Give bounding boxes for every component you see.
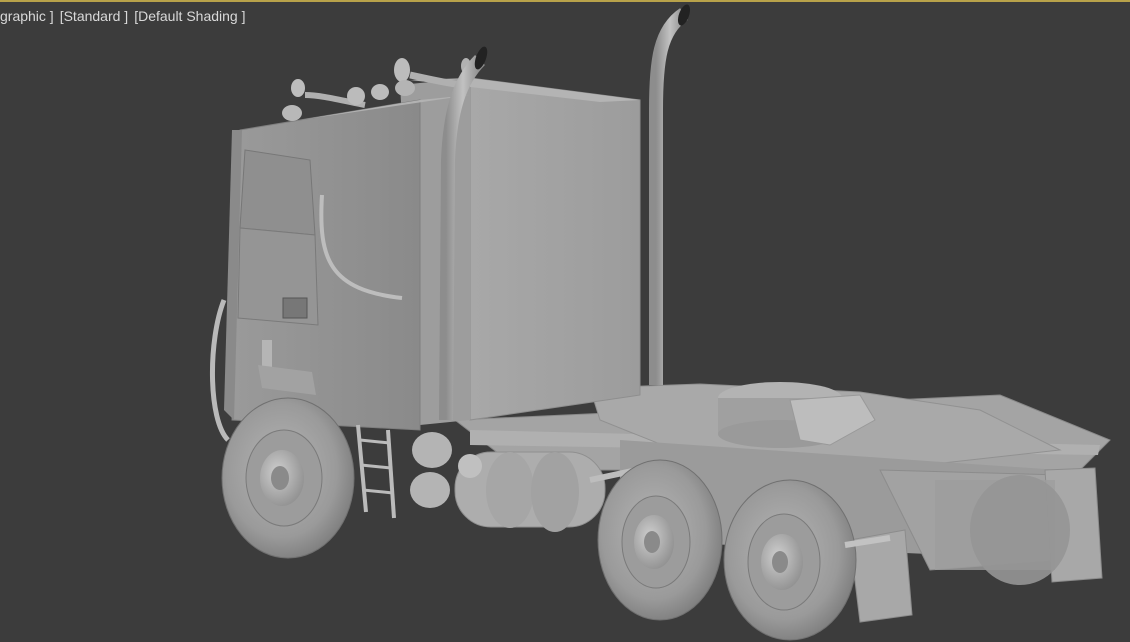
rear-wheel-2: [723, 479, 857, 641]
rear-wheel-1: [597, 459, 723, 621]
sleeper-box: [400, 77, 641, 425]
perspective-viewport[interactable]: graphic ] [Standard ] [Default Shading ]: [0, 0, 1130, 642]
rear-wheel-far: [970, 475, 1070, 585]
front-wheel: [221, 397, 355, 559]
cab-ladder: [356, 424, 396, 519]
truck-model-render[interactable]: [0, 0, 1130, 642]
